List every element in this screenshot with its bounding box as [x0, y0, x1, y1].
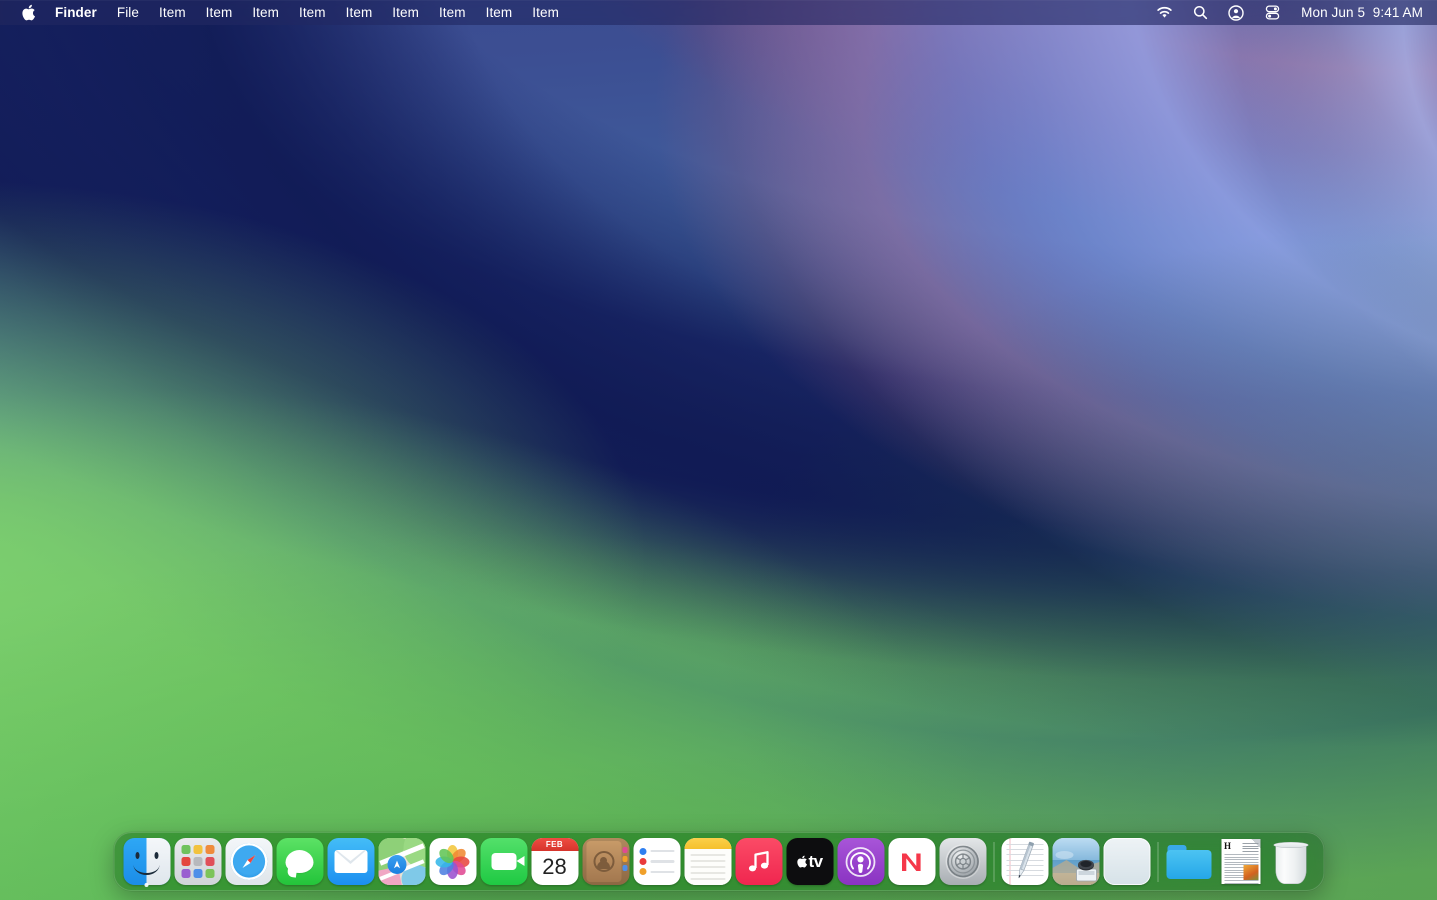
contacts-icon: [582, 838, 629, 885]
document-icon: H: [1216, 838, 1263, 885]
menu-item-8[interactable]: Item: [429, 3, 476, 23]
menu-item-7[interactable]: Item: [382, 3, 429, 23]
menu-bar-clock[interactable]: Mon Jun 5 9:41 AM: [1299, 5, 1423, 20]
reminders-icon: [633, 838, 680, 885]
menu-bar-status-area: Mon Jun 5 9:41 AM: [1155, 0, 1437, 25]
menu-bar: Finder File Item Item Item Item Item Ite…: [0, 0, 1437, 25]
dock-item-document[interactable]: H: [1214, 832, 1265, 891]
menu-item-10[interactable]: Item: [522, 3, 569, 23]
system-settings-icon: [939, 838, 986, 885]
textedit-icon: [1001, 838, 1048, 885]
apple-logo-icon: [22, 4, 36, 21]
document-heading: H: [1224, 841, 1232, 851]
control-center-user-icon[interactable]: [1227, 4, 1245, 22]
menu-item-2[interactable]: Item: [149, 3, 196, 23]
dock-item-safari[interactable]: [223, 832, 274, 891]
music-icon: [735, 838, 782, 885]
menu-item-6[interactable]: Item: [336, 3, 383, 23]
photos-icon: [429, 838, 476, 885]
apple-tv-wordmark: tv: [808, 851, 823, 871]
menu-bar-left: Finder File Item Item Item Item Item Ite…: [0, 0, 569, 25]
preview-icon: [1052, 838, 1099, 885]
wifi-icon[interactable]: [1155, 4, 1173, 22]
dock-item-news[interactable]: [886, 832, 937, 891]
menu-item-5[interactable]: Item: [289, 3, 336, 23]
dock-item-mail[interactable]: [325, 832, 376, 891]
notes-icon: [684, 838, 731, 885]
messages-icon: [276, 838, 323, 885]
dock-item-reminders[interactable]: [631, 832, 682, 891]
calendar-day: 28: [542, 854, 567, 879]
dock-item-music[interactable]: [733, 832, 784, 891]
wallpaper-vignette: [0, 0, 1437, 900]
folder-icon: [1165, 838, 1212, 885]
dock-item-facetime[interactable]: [478, 832, 529, 891]
mail-icon: [327, 838, 374, 885]
menu-item-3[interactable]: Item: [196, 3, 243, 23]
launchpad-icon: [174, 838, 221, 885]
apple-menu-button[interactable]: [12, 3, 45, 23]
dock-item-blank-app[interactable]: [1101, 832, 1152, 891]
news-icon: [888, 838, 935, 885]
dock-item-launchpad[interactable]: [172, 832, 223, 891]
control-center-icon[interactable]: [1263, 4, 1281, 22]
dock-separator-2: [1152, 832, 1163, 891]
podcasts-icon: [837, 838, 884, 885]
dock-item-messages[interactable]: [274, 832, 325, 891]
dock-item-tv[interactable]: tv: [784, 832, 835, 891]
search-icon[interactable]: [1191, 4, 1209, 22]
trash-icon: [1267, 838, 1314, 885]
safari-icon: [225, 838, 272, 885]
dock-item-maps[interactable]: [376, 832, 427, 891]
maps-icon: [378, 838, 425, 885]
dock-item-preview[interactable]: [1050, 832, 1101, 891]
menu-item-9[interactable]: Item: [476, 3, 523, 23]
dock-item-textedit[interactable]: [999, 832, 1050, 891]
menu-item-4[interactable]: Item: [242, 3, 289, 23]
dock-item-finder[interactable]: [121, 832, 172, 891]
dock-item-calendar[interactable]: FEB 28: [529, 832, 580, 891]
calendar-icon: FEB 28: [531, 838, 578, 885]
dock: FEB 28 tv H: [113, 832, 1324, 891]
running-indicator: [144, 883, 149, 887]
facetime-icon: [480, 838, 527, 885]
dock-item-podcasts[interactable]: [835, 832, 886, 891]
menu-item-finder[interactable]: Finder: [45, 3, 107, 23]
dock-item-trash[interactable]: [1265, 832, 1316, 891]
apple-tv-icon: tv: [786, 838, 833, 885]
dock-item-contacts[interactable]: [580, 832, 631, 891]
dock-separator-1: [988, 832, 999, 891]
finder-icon: [123, 838, 170, 885]
menu-item-file[interactable]: File: [107, 3, 149, 23]
dock-item-notes[interactable]: [682, 832, 733, 891]
dock-item-system-settings[interactable]: [937, 832, 988, 891]
desktop[interactable]: Finder File Item Item Item Item Item Ite…: [0, 0, 1437, 900]
blank-app-icon: [1103, 838, 1150, 885]
dock-item-photos[interactable]: [427, 832, 478, 891]
calendar-month: FEB: [531, 838, 578, 851]
dock-item-downloads-folder[interactable]: [1163, 832, 1214, 891]
